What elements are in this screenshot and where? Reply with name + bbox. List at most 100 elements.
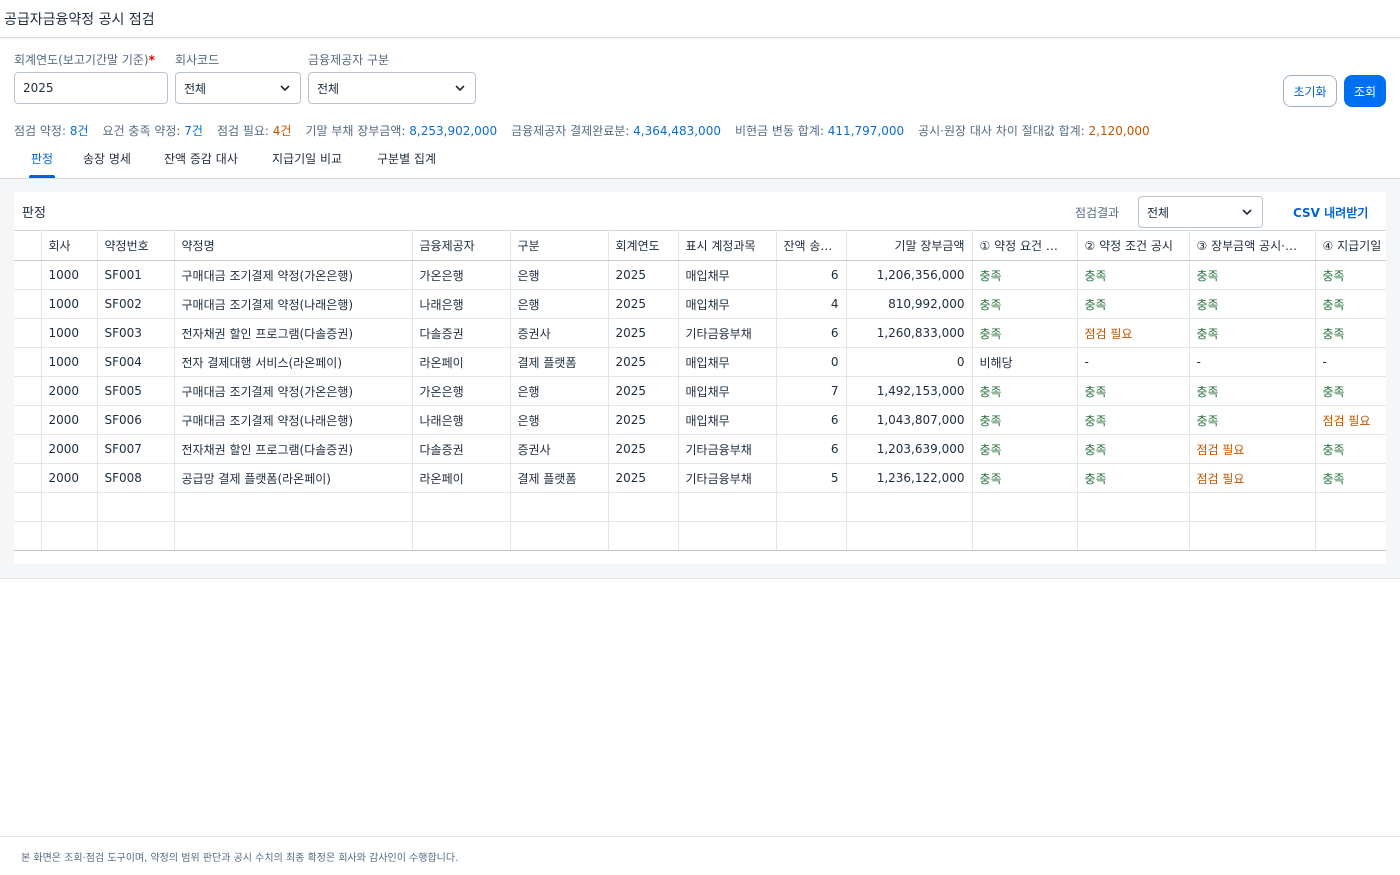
column-header[interactable]: ② 약정 조건 공시	[1077, 230, 1190, 261]
summary-value: 8건	[69, 124, 89, 138]
status-cell: 충족	[972, 289, 1078, 319]
column-header[interactable]: 표시 계정과목	[678, 230, 777, 261]
table-cell: 구매대금 조기결제 약정(가온은행)	[174, 376, 413, 406]
summary-label: 금융제공자 결제완료분:	[511, 124, 634, 138]
column-header[interactable]: ① 약정 요건 …	[972, 230, 1078, 261]
required-mark: *	[148, 53, 155, 67]
table-cell: 1,206,356,000	[846, 260, 973, 290]
table-row[interactable]: 2000 SF007 전자채권 할인 프로그램(다솔증권) 다솔증권 증권사 2025 기타…	[14, 434, 1386, 464]
column-header[interactable]: 금융제공자	[412, 230, 511, 261]
status-cell: 충족	[972, 260, 1078, 290]
table-cell: 구매대금 조기결제 약정(가온은행)	[174, 260, 413, 290]
company-code-select[interactable]: 전체	[175, 72, 301, 104]
search-button[interactable]: 조회	[1344, 75, 1386, 107]
table-cell: 2025	[608, 376, 679, 406]
provider-type-select[interactable]: 전체	[308, 72, 476, 104]
empty-cell	[1189, 521, 1316, 551]
status-cell: 충족	[1189, 260, 1316, 290]
column-header[interactable]: ③ 장부금액 공시·…	[1189, 230, 1316, 261]
table-row[interactable]: 1000 SF004 전자 결제대행 서비스(라온페이) 라온페이 결제 플랫폼 2025…	[14, 347, 1386, 377]
row-selector[interactable]	[14, 347, 42, 377]
table-row[interactable]: 2000 SF005 구매대금 조기결제 약정(가온은행) 가온은행 은행 2025 매입채…	[14, 376, 1386, 406]
reset-button[interactable]: 초기화	[1283, 75, 1337, 107]
table-cell: 0	[846, 347, 973, 377]
table-cell: 다솔증권	[412, 318, 511, 348]
summary-item: 점검 필요: 4건	[217, 122, 292, 139]
column-header[interactable]: ④ 지급기일	[1315, 230, 1386, 261]
table-row[interactable]: 2000 SF008 공급망 결제 플랫폼(라온페이) 라온페이 결제 플랫폼 2025 기…	[14, 463, 1386, 493]
empty-cell	[14, 492, 42, 522]
empty-cell	[1077, 521, 1190, 551]
table-cell: SF003	[97, 318, 175, 348]
row-selector[interactable]	[14, 318, 42, 348]
table-cell: SF007	[97, 434, 175, 464]
table-cell: 1,236,122,000	[846, 463, 973, 493]
column-header[interactable]: 약정번호	[97, 230, 175, 261]
column-header[interactable]: 잔액 송…	[776, 230, 847, 261]
row-selector[interactable]	[14, 260, 42, 290]
column-header[interactable]: 기말 장부금액	[846, 230, 973, 261]
result-filter-select[interactable]: 전체	[1138, 196, 1263, 228]
tab-bar: 판정 송장 명세 잔액 증감 대사 지급기일 비교 구분별 집계	[0, 140, 1400, 179]
tab-4[interactable]: 지급기일 비교	[272, 140, 342, 178]
table-cell: 기타금융부채	[678, 318, 777, 348]
empty-cell	[97, 492, 175, 522]
tab-3[interactable]: 잔액 증감 대사	[164, 140, 238, 178]
tab-5[interactable]: 구분별 집계	[377, 140, 436, 178]
status-cell: 점검 필요	[1189, 463, 1316, 493]
empty-cell	[510, 521, 609, 551]
status-cell: 점검 필요	[1189, 434, 1316, 464]
row-selector[interactable]	[14, 434, 42, 464]
summary-value: 411,797,000	[827, 124, 905, 138]
row-selector[interactable]	[14, 463, 42, 493]
provider-type-label: 금융제공자 구분	[308, 53, 390, 67]
table-cell: 1000	[41, 260, 98, 290]
row-selector[interactable]	[14, 289, 42, 319]
column-header[interactable]: 회사	[41, 230, 98, 261]
table-cell: 매입채무	[678, 289, 777, 319]
table-cell: 다솔증권	[412, 434, 511, 464]
table-cell: 2025	[608, 463, 679, 493]
table-cell: 증권사	[510, 318, 609, 348]
fiscal-year-input[interactable]: 2025	[14, 72, 168, 104]
status-cell: 충족	[1077, 376, 1190, 406]
page-title: 공급자금융약정 공시 점검	[4, 11, 155, 28]
tab-1[interactable]: 판정	[28, 140, 56, 178]
table-row[interactable]: 1000 SF002 구매대금 조기결제 약정(나래은행) 나래은행 은행 2025 매입채…	[14, 289, 1386, 319]
status-cell: 충족	[1077, 463, 1190, 493]
status-cell: 충족	[972, 405, 1078, 435]
table-cell: SF008	[97, 463, 175, 493]
column-header[interactable]: 구분	[510, 230, 609, 261]
filter-bar: 회계연도(보고기간말 기준)* 2025 회사코드 전체 금융제공자 구분 전체	[0, 50, 1400, 110]
table-cell: 공급망 결제 플랫폼(라온페이)	[174, 463, 413, 493]
row-selector[interactable]	[14, 376, 42, 406]
table-cell: 2025	[608, 289, 679, 319]
table-row[interactable]: 1000 SF001 구매대금 조기결제 약정(가온은행) 가온은행 은행 2025 매입채…	[14, 260, 1386, 290]
summary-value: 7건	[184, 124, 203, 138]
csv-download-button[interactable]: CSV 내려받기	[1293, 204, 1368, 221]
table-cell: 2025	[608, 347, 679, 377]
row-selector[interactable]	[14, 405, 42, 435]
row-selector-header[interactable]	[14, 230, 42, 261]
table-row[interactable]: 1000 SF003 전자채권 할인 프로그램(다솔증권) 다솔증권 증권사 2025 기타…	[14, 318, 1386, 348]
table-row[interactable]: 2000 SF006 구매대금 조기결제 약정(나래은행) 나래은행 은행 2025 매입채…	[14, 405, 1386, 435]
tab-2[interactable]: 송장 명세	[83, 140, 131, 178]
status-cell: 충족	[972, 463, 1078, 493]
status-cell: 충족	[1077, 260, 1190, 290]
table-cell: 가온은행	[412, 260, 511, 290]
empty-cell	[776, 492, 847, 522]
summary-item: 공시·원장 대사 차이 절대값 합계: 2,120,000	[918, 122, 1150, 139]
empty-cell	[41, 492, 98, 522]
summary-item: 금융제공자 결제완료분: 4,364,483,000	[511, 122, 721, 139]
table-cell: 1000	[41, 347, 98, 377]
table-cell: 5	[776, 463, 847, 493]
status-cell: 충족	[1077, 289, 1190, 319]
table-cell: 7	[776, 376, 847, 406]
column-header[interactable]: 회계연도	[608, 230, 679, 261]
column-header[interactable]: 약정명	[174, 230, 413, 261]
result-filter-label: 점검결과	[1075, 206, 1120, 220]
table-cell: 2000	[41, 405, 98, 435]
summary-item: 비현금 변동 합계: 411,797,000	[735, 122, 904, 139]
fiscal-year-filter: 회계연도(보고기간말 기준)* 2025	[14, 50, 168, 104]
result-table: 회사 약정번호 약정명 금융제공자 구분 회계연도 표시 계정과목 잔액 송… 기말 장부금액 ①…	[14, 230, 1386, 551]
